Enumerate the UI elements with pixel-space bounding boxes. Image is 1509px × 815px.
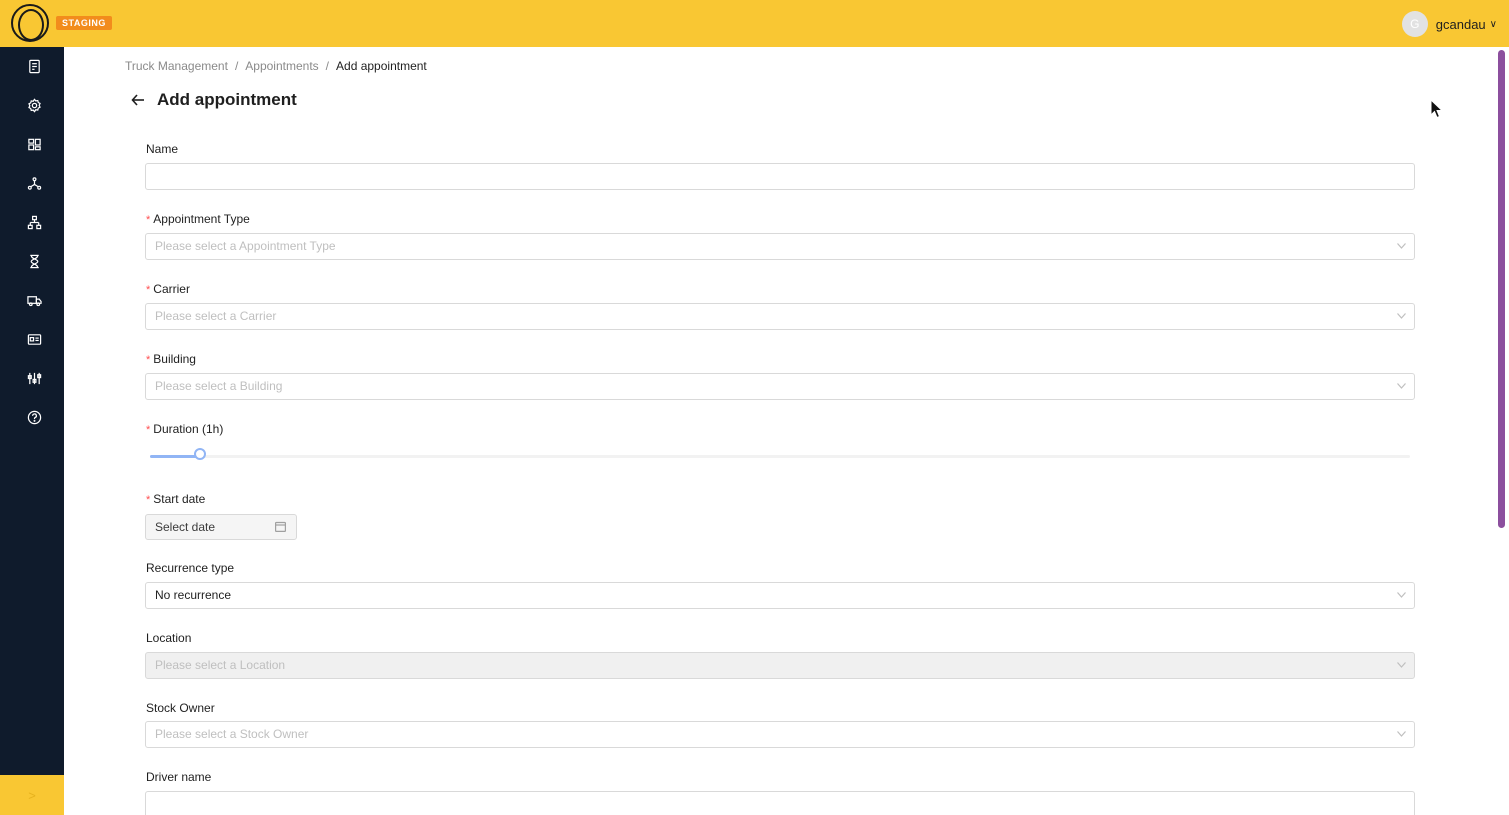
recurrence-type-label: Recurrence type bbox=[146, 561, 235, 575]
back-arrow-icon[interactable] bbox=[130, 92, 146, 108]
user-menu[interactable]: G gcandau ∨ bbox=[1401, 11, 1497, 37]
breadcrumb-item-current: Add appointment bbox=[336, 59, 427, 73]
breadcrumb: Truck Management / Appointments / Add ap… bbox=[125, 59, 427, 73]
carrier-placeholder: Please select a Carrier bbox=[155, 309, 277, 323]
location-placeholder: Please select a Location bbox=[155, 658, 286, 672]
appointment-type-label: * Appointment Type bbox=[146, 212, 250, 226]
chevron-down-icon bbox=[1397, 592, 1406, 600]
duration-slider-track bbox=[150, 455, 200, 458]
stock-owner-select[interactable]: Please select a Stock Owner bbox=[145, 721, 1415, 748]
sliders-icon[interactable] bbox=[22, 366, 46, 390]
chevron-down-icon bbox=[1397, 313, 1406, 321]
start-date-picker[interactable]: Select date bbox=[145, 514, 297, 540]
carrier-select[interactable]: Please select a Carrier bbox=[145, 303, 1415, 330]
breadcrumb-item-appointments[interactable]: Appointments bbox=[245, 59, 318, 73]
required-mark: * bbox=[146, 214, 151, 226]
avatar[interactable]: G bbox=[1401, 11, 1428, 37]
recurrence-type-select[interactable]: No recurrence bbox=[145, 582, 1415, 609]
required-mark: * bbox=[146, 354, 151, 366]
hierarchy-icon[interactable] bbox=[22, 210, 46, 234]
mouse-cursor-icon bbox=[1430, 98, 1444, 119]
duration-slider-rail[interactable] bbox=[150, 455, 1410, 458]
chevron-down-icon bbox=[1397, 383, 1406, 391]
breadcrumb-separator: / bbox=[234, 59, 239, 73]
hourglass-icon[interactable] bbox=[22, 249, 46, 273]
help-icon[interactable] bbox=[22, 405, 46, 429]
truck-icon[interactable] bbox=[22, 288, 46, 312]
calendar-icon bbox=[275, 521, 286, 532]
username[interactable]: gcandau bbox=[1436, 17, 1486, 32]
duration-label: * Duration (1h) bbox=[146, 422, 224, 436]
location-label: Location bbox=[146, 631, 192, 645]
required-mark: * bbox=[146, 424, 151, 436]
start-date-placeholder: Select date bbox=[155, 520, 216, 534]
stock-owner-placeholder: Please select a Stock Owner bbox=[155, 727, 309, 741]
stock-owner-label: Stock Owner bbox=[146, 701, 215, 715]
driver-name-label: Driver name bbox=[146, 770, 212, 784]
dashboard-icon[interactable] bbox=[22, 132, 46, 156]
driver-name-input[interactable] bbox=[145, 791, 1415, 815]
carrier-label: * Carrier bbox=[146, 282, 190, 296]
duration-slider-handle[interactable] bbox=[194, 448, 206, 460]
required-mark: * bbox=[146, 494, 151, 506]
appointment-type-placeholder: Please select a Appointment Type bbox=[155, 239, 336, 253]
chevron-down-icon bbox=[1397, 243, 1406, 251]
chevron-down-icon bbox=[1397, 662, 1406, 670]
reports-icon[interactable] bbox=[22, 54, 46, 78]
page-scrollbar[interactable] bbox=[1498, 50, 1505, 528]
building-label: * Building bbox=[146, 352, 196, 366]
required-mark: * bbox=[146, 284, 151, 296]
page-title: Add appointment bbox=[157, 90, 297, 109]
name-input[interactable] bbox=[145, 163, 1415, 190]
sidebar-collapse-button[interactable]: > bbox=[0, 775, 64, 815]
building-placeholder: Please select a Building bbox=[155, 379, 283, 393]
settings-icon[interactable] bbox=[22, 93, 46, 117]
start-date-label: * Start date bbox=[146, 492, 206, 506]
recurrence-type-value: No recurrence bbox=[155, 588, 232, 602]
building-select[interactable]: Please select a Building bbox=[145, 373, 1415, 400]
app-logo[interactable] bbox=[11, 4, 49, 42]
id-card-icon[interactable] bbox=[22, 327, 46, 351]
chevron-down-icon[interactable]: ∨ bbox=[1490, 19, 1497, 30]
appointment-type-select[interactable]: Please select a Appointment Type bbox=[145, 233, 1415, 260]
location-select: Please select a Location bbox=[145, 652, 1415, 679]
breadcrumb-separator: / bbox=[325, 59, 330, 73]
environment-badge: STAGING bbox=[56, 16, 112, 30]
top-bar: STAGING G gcandau ∨ bbox=[0, 0, 1509, 47]
network-icon[interactable] bbox=[22, 171, 46, 195]
chevron-down-icon bbox=[1397, 731, 1406, 739]
breadcrumb-item-truck-management[interactable]: Truck Management bbox=[125, 59, 228, 73]
sidebar: > bbox=[0, 47, 64, 815]
name-label: Name bbox=[146, 142, 179, 156]
